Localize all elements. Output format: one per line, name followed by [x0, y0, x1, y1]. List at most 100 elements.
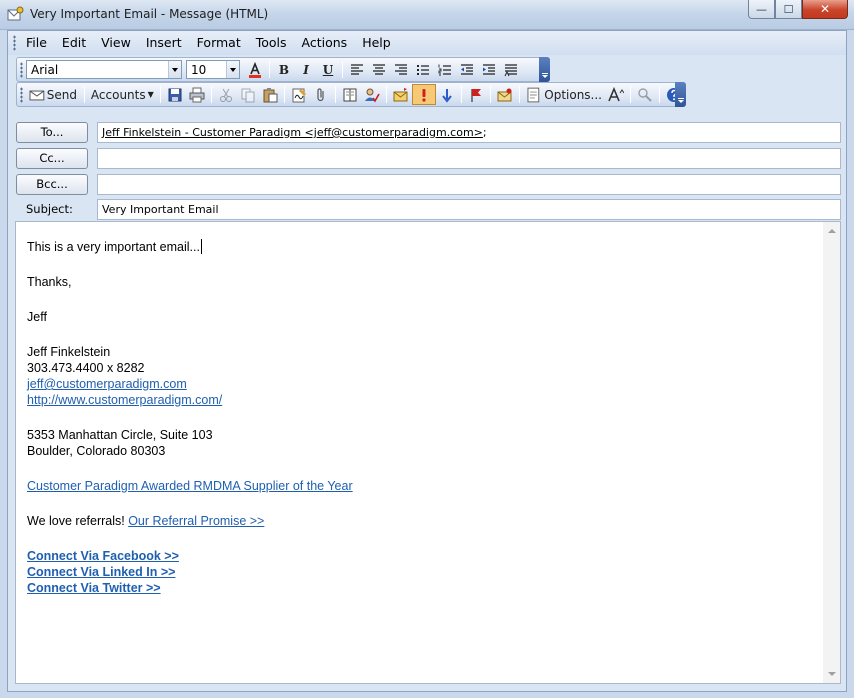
check-names-button[interactable] [361, 84, 383, 105]
low-importance-button[interactable] [436, 84, 458, 105]
accounts-button[interactable]: Accounts ▼ [88, 84, 157, 105]
bullets-icon [417, 64, 429, 75]
standard-toolbar: Send Accounts ▼ Options... [16, 82, 686, 107]
vertical-scrollbar[interactable] [823, 222, 840, 683]
toolbar-separator [460, 86, 462, 103]
menu-edit[interactable]: Edit [62, 35, 86, 50]
message-window-icon [7, 6, 24, 21]
cut-button[interactable] [215, 84, 237, 105]
font-size-combo[interactable]: 10 [186, 60, 240, 79]
follow-up-flag-button[interactable] [465, 84, 487, 105]
standard-toolbar-grip[interactable] [20, 87, 23, 103]
signature-button[interactable] [288, 84, 310, 105]
copy-button[interactable] [237, 84, 259, 105]
scroll-up-icon[interactable] [828, 229, 836, 233]
chevron-down-icon[interactable] [168, 61, 181, 78]
font-size-icon [608, 86, 624, 101]
toolbar-options-button[interactable] [539, 57, 550, 82]
style-button[interactable] [500, 59, 522, 80]
maximize-button[interactable]: ☐ [775, 0, 802, 19]
permission-button[interactable] [494, 84, 516, 105]
chevron-down-icon[interactable] [226, 61, 239, 78]
high-importance-button[interactable] [411, 84, 436, 105]
body-sign: Jeff [27, 310, 47, 324]
options-button[interactable]: Options... [523, 84, 605, 105]
scroll-down-icon[interactable] [828, 672, 836, 676]
toolbar-separator [385, 86, 387, 103]
message-body[interactable]: This is a very important email... Thanks… [15, 221, 841, 684]
increase-indent-icon [483, 63, 495, 75]
align-right-button[interactable] [390, 59, 412, 80]
toolbar-separator [84, 86, 86, 103]
signature-icon [292, 88, 306, 102]
award-link[interactable]: Customer Paradigm Awarded RMDMA Supplier… [27, 479, 353, 493]
to-field[interactable]: Jeff Finkelstein - Customer Paradigm <je… [97, 122, 841, 143]
bcc-button[interactable]: Bcc... [16, 174, 88, 195]
attach-button[interactable] [310, 84, 332, 105]
twitter-link[interactable]: Connect Via Twitter >> [27, 581, 161, 595]
font-size-value: 10 [191, 63, 207, 77]
menu-insert[interactable]: Insert [146, 35, 182, 50]
permission-icon [497, 88, 512, 101]
send-button[interactable]: Send [26, 84, 81, 105]
font-color-button[interactable] [244, 59, 266, 80]
bcc-field[interactable] [97, 174, 841, 195]
research-button[interactable] [634, 84, 656, 105]
toolbar-separator [659, 86, 660, 103]
close-button[interactable]: ✕ [802, 0, 848, 19]
address-line-2: Boulder, Colorado 80303 [27, 444, 166, 458]
font-name-combo[interactable]: Arial [26, 60, 182, 79]
italic-button[interactable]: I [295, 59, 317, 80]
menu-grip[interactable] [13, 35, 16, 51]
menu-actions[interactable]: Actions [302, 35, 348, 50]
toolbar-separator [518, 86, 520, 103]
cc-button[interactable]: Cc... [16, 148, 88, 169]
toolbar-separator [269, 61, 270, 78]
referral-link[interactable]: Our Referral Promise >> [128, 514, 264, 528]
chevron-down-icon: ▼ [147, 90, 154, 99]
cc-field[interactable] [97, 148, 841, 169]
signature-email-link[interactable]: jeff@customerparadigm.com [27, 377, 187, 391]
facebook-link[interactable]: Connect Via Facebook >> [27, 549, 179, 563]
decrease-indent-button[interactable] [456, 59, 478, 80]
toolbar-options-button[interactable] [675, 82, 686, 107]
flag-envelope-button[interactable] [390, 84, 412, 105]
underline-button[interactable]: U [317, 59, 339, 80]
menu-view[interactable]: View [101, 35, 131, 50]
menu-tools[interactable]: Tools [256, 35, 287, 50]
save-button[interactable] [164, 84, 186, 105]
address-book-button[interactable] [339, 84, 361, 105]
subject-field[interactable]: Very Important Email [97, 199, 841, 220]
signature-website-link[interactable]: http://www.customerparadigm.com/ [27, 393, 222, 407]
cut-icon [219, 88, 232, 102]
bold-button[interactable]: B [273, 59, 295, 80]
save-icon [168, 88, 182, 101]
to-button[interactable]: To... [16, 122, 88, 143]
toolbar-separator [630, 86, 631, 103]
numbering-button[interactable] [434, 59, 456, 80]
address-book-icon [343, 88, 357, 101]
font-size-button[interactable] [605, 84, 627, 105]
print-button[interactable] [186, 84, 208, 105]
toolbar-separator [334, 86, 336, 103]
address-line-1: 5353 Manhattan Circle, Suite 103 [27, 428, 213, 442]
menu-bar: File Edit View Insert Format Tools Actio… [8, 31, 846, 55]
menu-file[interactable]: File [26, 35, 47, 50]
check-names-icon [364, 88, 380, 103]
minimize-button[interactable]: — [748, 0, 775, 19]
text-caret [200, 239, 202, 254]
menu-format[interactable]: Format [197, 35, 241, 50]
copy-icon [241, 88, 255, 102]
to-suffix: ; [482, 126, 487, 139]
bullets-button[interactable] [412, 59, 434, 80]
align-center-button[interactable] [368, 59, 390, 80]
paste-button[interactable] [259, 84, 281, 105]
align-left-button[interactable] [346, 59, 368, 80]
to-recipient[interactable]: Jeff Finkelstein - Customer Paradigm <je… [102, 126, 483, 139]
options-label: Options... [544, 87, 602, 102]
send-label: Send [46, 87, 78, 102]
formatting-toolbar-grip[interactable] [20, 62, 23, 78]
menu-help[interactable]: Help [362, 35, 391, 50]
increase-indent-button[interactable] [478, 59, 500, 80]
linkedin-link[interactable]: Connect Via Linked In >> [27, 565, 175, 579]
